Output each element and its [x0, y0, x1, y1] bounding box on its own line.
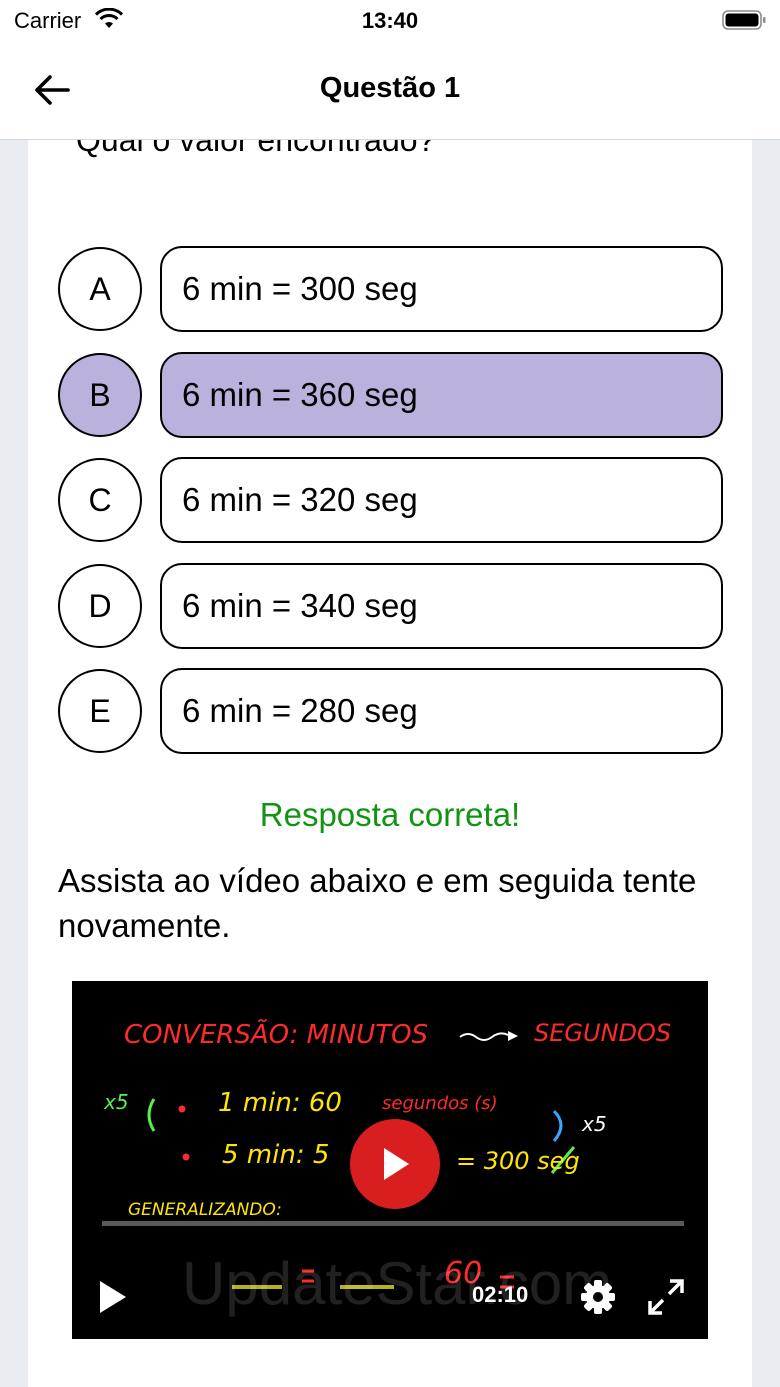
play-button[interactable]: [350, 1119, 440, 1209]
option-text[interactable]: 6 min = 300 seg: [160, 246, 723, 332]
board-title: CONVERSÃO: MINUTOS: [124, 1018, 428, 1050]
video-player[interactable]: CONVERSÃO: MINUTOS SEGUNDOS x5 1 min: 60…: [72, 981, 708, 1339]
clock: 13:40: [361, 8, 419, 33]
option-e[interactable]: E 6 min = 280 seg: [58, 668, 723, 754]
play-icon: [384, 1148, 409, 1180]
board-line1: 1 min: 60: [218, 1088, 342, 1118]
option-text[interactable]: 6 min = 340 seg: [160, 563, 723, 649]
option-c[interactable]: C 6 min = 320 seg: [58, 457, 723, 543]
play-control-icon[interactable]: [94, 1277, 134, 1317]
option-letter[interactable]: C: [58, 458, 142, 542]
question-text: Qual o valor encontrado?: [76, 140, 436, 158]
fullscreen-icon[interactable]: [646, 1277, 686, 1317]
board-line1-note: segundos (s): [382, 1093, 498, 1114]
option-text[interactable]: 6 min = 360 seg: [160, 352, 723, 438]
option-a[interactable]: A 6 min = 300 seg: [58, 246, 723, 332]
answer-feedback: Resposta correta!: [259, 796, 521, 833]
option-letter[interactable]: E: [58, 669, 142, 753]
question-card: Qual o valor encontrado? A 6 min = 300 s…: [28, 140, 752, 1387]
option-d[interactable]: D 6 min = 340 seg: [58, 563, 723, 649]
option-text[interactable]: 6 min = 280 seg: [160, 668, 723, 754]
board-line2: 5 min: 5: [222, 1140, 329, 1170]
nav-bar: Questão 1: [0, 44, 780, 140]
option-b[interactable]: B 6 min = 360 seg: [58, 352, 723, 438]
board-line2-result: = 300 seg: [456, 1147, 580, 1175]
page-title: Questão 1: [319, 72, 461, 104]
board-multiplier-left: x5: [103, 1090, 129, 1114]
option-letter[interactable]: A: [58, 247, 142, 331]
status-bar: Carrier 13:40: [0, 0, 780, 44]
instruction-text: Assista ao vídeo abaixo e em seguida ten…: [58, 862, 697, 944]
gear-icon[interactable]: [578, 1277, 618, 1317]
option-letter[interactable]: D: [58, 564, 142, 648]
watermark-text: UpdateStar.com: [182, 1250, 613, 1317]
battery-icon: [722, 10, 766, 30]
board-multiplier-right: x5: [581, 1112, 607, 1136]
option-text[interactable]: 6 min = 320 seg: [160, 457, 723, 543]
video-progress-bar[interactable]: [102, 1221, 684, 1226]
option-letter[interactable]: B: [58, 353, 142, 437]
board-title-right: SEGUNDOS: [534, 1019, 671, 1047]
board-generalize: GENERALIZANDO:: [128, 1200, 282, 1220]
video-duration: 02:10: [472, 1282, 529, 1307]
